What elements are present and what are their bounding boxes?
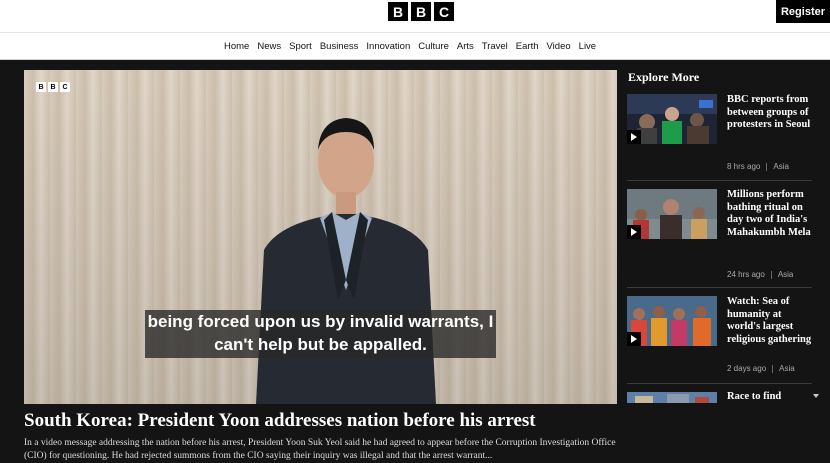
meta-separator bbox=[770, 270, 772, 279]
watermark-letter-b1: B bbox=[36, 82, 46, 92]
logo-letter-b1: B bbox=[388, 2, 408, 21]
logo-letter-b2: B bbox=[411, 2, 431, 21]
card-section: Asia bbox=[779, 364, 795, 373]
watermark-letter-c: C bbox=[60, 82, 70, 92]
meta-separator bbox=[772, 364, 774, 373]
nav-item-video[interactable]: Video bbox=[547, 41, 571, 52]
article-summary: In a video message addressing the nation… bbox=[24, 438, 616, 461]
meta-separator bbox=[766, 162, 768, 171]
card-4-image bbox=[627, 392, 717, 403]
nav-item-arts[interactable]: Arts bbox=[457, 41, 474, 52]
card-title[interactable]: Millions perform bathing ritual on day t… bbox=[727, 189, 817, 239]
card-section: Asia bbox=[777, 270, 794, 279]
card-thumbnail[interactable] bbox=[627, 94, 717, 144]
card-time: 8 hrs ago bbox=[727, 162, 761, 171]
play-icon[interactable] bbox=[627, 225, 641, 239]
sidebar-card-2[interactable]: Millions perform bathing ritual on day t… bbox=[627, 189, 817, 284]
card-time: 24 hrs ago bbox=[727, 270, 765, 279]
explore-more-heading: Explore More bbox=[628, 70, 700, 84]
card-thumbnail[interactable] bbox=[627, 296, 717, 346]
chevron-down-icon[interactable] bbox=[813, 394, 819, 398]
card-thumbnail[interactable] bbox=[627, 189, 717, 239]
bbc-watermark: B B C bbox=[36, 82, 70, 92]
speaker-figure bbox=[256, 118, 436, 404]
sidebar-card-1[interactable]: BBC reports from between groups of prote… bbox=[627, 94, 817, 174]
article-headline[interactable]: South Korea: President Yoon addresses na… bbox=[24, 410, 536, 432]
bbc-logo[interactable]: B B C bbox=[388, 2, 454, 21]
card-title[interactable]: BBC reports from between groups of prote… bbox=[727, 94, 817, 132]
card-title[interactable]: Race to find bbox=[727, 391, 817, 404]
play-icon[interactable] bbox=[627, 332, 641, 346]
play-icon[interactable] bbox=[627, 130, 641, 144]
nav-item-business[interactable]: Business bbox=[320, 41, 359, 52]
card-meta: 2 days ago Asia bbox=[727, 364, 795, 373]
nav-item-live[interactable]: Live bbox=[579, 41, 596, 52]
card-divider bbox=[627, 180, 812, 181]
main-nav: Home News Sport Business Innovation Cult… bbox=[224, 33, 596, 60]
nav-item-sport[interactable]: Sport bbox=[289, 41, 312, 52]
video-player[interactable]: B B C being forced upon us by invalid wa… bbox=[24, 70, 617, 404]
card-meta: 24 hrs ago Asia bbox=[727, 270, 793, 279]
card-time: 2 days ago bbox=[727, 364, 767, 373]
nav-item-culture[interactable]: Culture bbox=[418, 41, 449, 52]
caption-line-2: can't help but be appalled. bbox=[214, 335, 427, 354]
card-divider bbox=[627, 287, 812, 288]
nav-item-earth[interactable]: Earth bbox=[516, 41, 539, 52]
logo-letter-c: C bbox=[434, 2, 454, 21]
caption-line-1: being forced upon us by invalid warrants… bbox=[147, 312, 494, 331]
video-caption: being forced upon us by invalid warrants… bbox=[145, 310, 496, 358]
card-section: Asia bbox=[773, 162, 789, 171]
register-button[interactable]: Register bbox=[776, 0, 830, 23]
sidebar-card-3[interactable]: Watch: Sea of humanity at world's larges… bbox=[627, 296, 817, 378]
card-title[interactable]: Watch: Sea of humanity at world's larges… bbox=[727, 296, 817, 346]
watermark-letter-b2: B bbox=[48, 82, 58, 92]
card-thumbnail[interactable] bbox=[627, 391, 717, 403]
nav-item-innovation[interactable]: Innovation bbox=[366, 41, 410, 52]
card-meta: 8 hrs ago Asia bbox=[727, 162, 789, 171]
nav-item-news[interactable]: News bbox=[257, 41, 281, 52]
card-divider bbox=[627, 383, 812, 384]
top-bar: B B C Register bbox=[0, 0, 830, 32]
nav-bar: Home News Sport Business Innovation Cult… bbox=[0, 32, 830, 60]
nav-item-travel[interactable]: Travel bbox=[482, 41, 508, 52]
nav-item-home[interactable]: Home bbox=[224, 41, 249, 52]
sidebar-card-4[interactable]: Race to find bbox=[627, 391, 817, 454]
